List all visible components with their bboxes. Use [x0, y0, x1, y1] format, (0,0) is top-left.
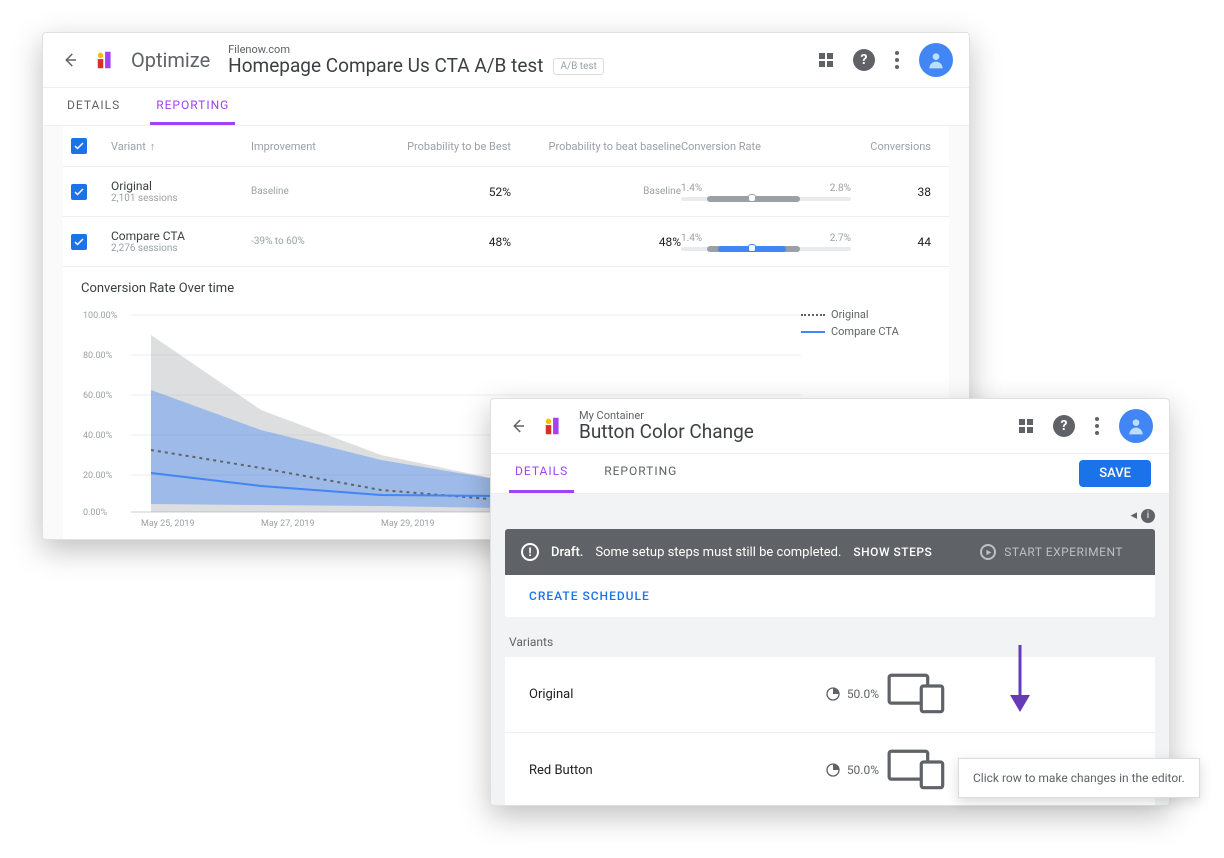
panel-collapse-indicator[interactable]: ◂i — [505, 508, 1155, 529]
variant-weight[interactable]: 50.0% — [809, 762, 879, 778]
experiment-title: Button Color Change — [579, 422, 754, 443]
prob-best-value: 48% — [361, 235, 511, 249]
improvement-value: Baseline — [251, 186, 361, 197]
table-row[interactable]: Original 2,101 sessions Baseline 52% Bas… — [63, 167, 949, 217]
col-prob-baseline[interactable]: Probability to beat baseline — [511, 140, 681, 153]
prob-best-value: 52% — [361, 185, 511, 199]
more-menu-icon[interactable] — [895, 51, 899, 69]
start-experiment-button[interactable]: START EXPERIMENT — [980, 544, 1123, 560]
svg-text:May 29, 2019: May 29, 2019 — [381, 519, 435, 529]
row-checkbox[interactable] — [71, 184, 87, 200]
weight-icon — [825, 686, 841, 702]
play-icon — [980, 544, 996, 560]
row-checkbox[interactable] — [71, 234, 87, 250]
conversion-range: 1.4%2.7% — [681, 233, 851, 251]
header: My Container Button Color Change ? — [491, 399, 1169, 454]
conversions-value: 44 — [851, 235, 931, 249]
optimize-logo-icon — [95, 49, 117, 71]
prob-baseline-value: Baseline — [511, 186, 681, 197]
apps-icon[interactable] — [819, 53, 833, 67]
user-avatar[interactable] — [919, 43, 953, 77]
svg-text:20.00%: 20.00% — [83, 471, 113, 481]
optimize-details-panel: My Container Button Color Change ? DETAI… — [490, 398, 1170, 806]
variants-table: Variant↑ Improvement Probability to be B… — [63, 126, 949, 267]
header: Optimize Filenow.com Homepage Compare Us… — [43, 33, 969, 88]
status-more-icon[interactable] — [1135, 543, 1139, 561]
status-bar: ! Draft. Some setup steps must still be … — [505, 529, 1155, 575]
col-conversion-rate[interactable]: Conversion Rate — [681, 140, 851, 153]
variant-name: Original — [529, 687, 801, 702]
svg-text:40.00%: 40.00% — [83, 431, 113, 441]
tabs: DETAILS REPORTING — [43, 88, 969, 126]
status-draft: Draft. — [551, 545, 583, 560]
tab-details[interactable]: DETAILS — [61, 88, 126, 125]
svg-text:May 25, 2019: May 25, 2019 — [141, 519, 195, 529]
experiment-type-badge: A/B test — [553, 58, 603, 75]
col-improvement[interactable]: Improvement — [251, 140, 361, 153]
tab-reporting[interactable]: REPORTING — [598, 454, 683, 493]
more-menu-icon[interactable] — [1095, 417, 1099, 435]
optimize-logo-icon — [543, 415, 565, 437]
conversion-range: 1.4%2.8% — [681, 183, 851, 201]
variant-weight[interactable]: 50.0% — [809, 686, 879, 702]
svg-text:100.00%: 100.00% — [83, 311, 118, 321]
save-button[interactable]: SAVE — [1079, 460, 1151, 487]
col-prob-best[interactable]: Probability to be Best — [361, 140, 511, 153]
col-variant[interactable]: Variant↑ — [111, 140, 251, 153]
improvement-value: -39% to 60% — [251, 236, 361, 247]
show-steps-button[interactable]: SHOW STEPS — [853, 545, 932, 559]
svg-text:60.00%: 60.00% — [83, 391, 113, 401]
apps-icon[interactable] — [1019, 419, 1033, 433]
create-schedule-button[interactable]: CREATE SCHEDULE — [505, 575, 1155, 617]
legend-swatch-compare — [801, 331, 825, 333]
tab-details[interactable]: DETAILS — [509, 454, 574, 493]
variant-row[interactable]: Original 50.0% — [505, 657, 1155, 733]
user-avatar[interactable] — [1119, 409, 1153, 443]
tab-reporting[interactable]: REPORTING — [150, 88, 235, 125]
variant-name: Compare CTA — [111, 229, 251, 243]
legend-swatch-original — [801, 314, 825, 316]
experiment-title: Homepage Compare Us CTA A/B test A/B tes… — [228, 56, 604, 77]
variant-name: Original — [111, 179, 251, 193]
legend-label-original: Original — [831, 308, 869, 321]
variant-name: Red Button — [529, 763, 801, 778]
variant-sessions: 2,101 sessions — [111, 193, 251, 204]
preview-devices-icon[interactable] — [887, 747, 947, 794]
help-icon[interactable]: ? — [853, 49, 875, 71]
status-message: Some setup steps must still be completed… — [595, 545, 841, 560]
editor-hint-tooltip: Click row to make changes in the editor. — [958, 758, 1200, 798]
alert-icon: ! — [521, 543, 539, 561]
conversions-value: 38 — [851, 185, 931, 199]
chart-title: Conversion Rate Over time — [63, 267, 949, 300]
info-icon[interactable]: i — [1141, 509, 1155, 523]
table-row[interactable]: Compare CTA 2,276 sessions -39% to 60% 4… — [63, 217, 949, 267]
svg-text:0.00%: 0.00% — [83, 508, 108, 518]
tabs: DETAILS REPORTING SAVE — [491, 454, 1169, 494]
brand-name: Optimize — [131, 48, 210, 72]
legend-label-compare: Compare CTA — [831, 325, 899, 338]
back-button[interactable] — [507, 415, 529, 437]
weight-icon — [825, 762, 841, 778]
select-all-checkbox[interactable] — [71, 138, 87, 154]
table-header-row: Variant↑ Improvement Probability to be B… — [63, 126, 949, 167]
preview-devices-icon[interactable] — [887, 671, 947, 718]
prob-baseline-value: 48% — [511, 235, 681, 249]
help-icon[interactable]: ? — [1053, 415, 1075, 437]
col-conversions[interactable]: Conversions — [851, 140, 931, 153]
back-button[interactable] — [59, 49, 81, 71]
variants-section-label: Variants — [509, 635, 1155, 649]
variant-sessions: 2,276 sessions — [111, 243, 251, 254]
svg-text:80.00%: 80.00% — [83, 351, 113, 361]
svg-text:May 27, 2019: May 27, 2019 — [261, 519, 315, 529]
experiment-title-text: Homepage Compare Us CTA A/B test — [228, 56, 543, 77]
